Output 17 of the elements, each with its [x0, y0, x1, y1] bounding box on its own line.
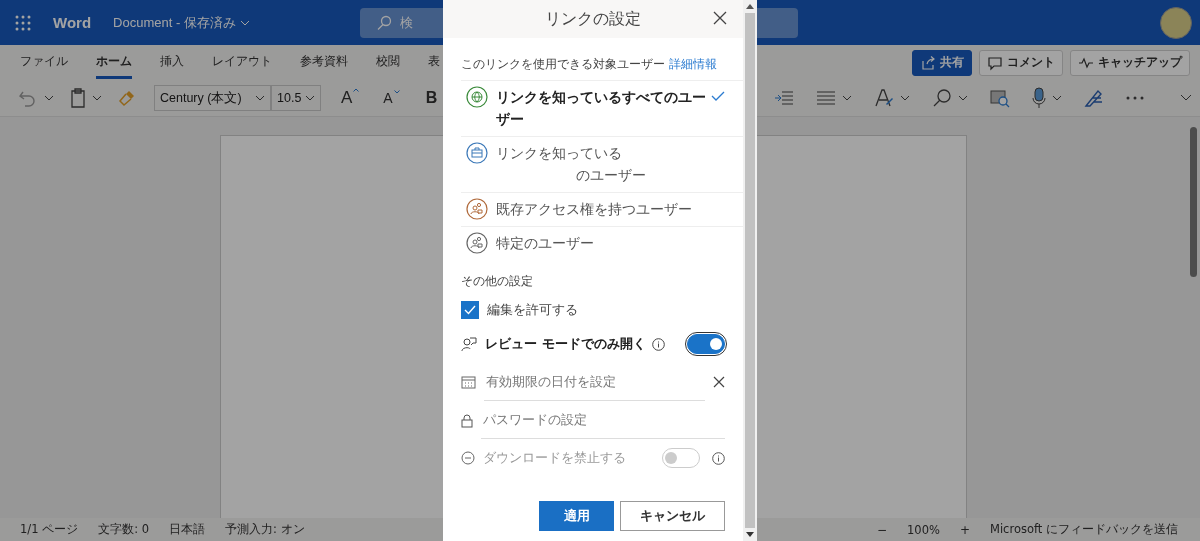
checkbox-label: 編集を許可する [487, 301, 578, 319]
zoom-level: 100% [907, 522, 940, 537]
section-heading: その他の設定 [461, 274, 534, 289]
audience-label: リンクを知っているすべてのユーザー [496, 88, 706, 129]
status-item: 1/1 ページ [20, 522, 79, 537]
status-item: 日本語 [169, 522, 206, 537]
app-name: Word [53, 14, 92, 31]
audience-label: このリンクを使用できる対象ユーザー 詳細情報 [461, 57, 718, 72]
status-item: 予測入力: オン [225, 522, 305, 537]
audience-label: 既存アクセス権を持つユーザー [496, 200, 693, 219]
audience-label: のユーザー [575, 166, 647, 185]
audience-label: 特定のユーザー [496, 234, 595, 253]
toggle-label: レビュー モードでのみ開く [485, 335, 646, 353]
toggle-label: ダウンロードを禁止する [483, 449, 626, 467]
audience-label: リンクを知っている [496, 144, 623, 163]
dialog-title: リンクの設定 [545, 8, 641, 30]
status-item: 文字数: 0 [98, 522, 150, 537]
